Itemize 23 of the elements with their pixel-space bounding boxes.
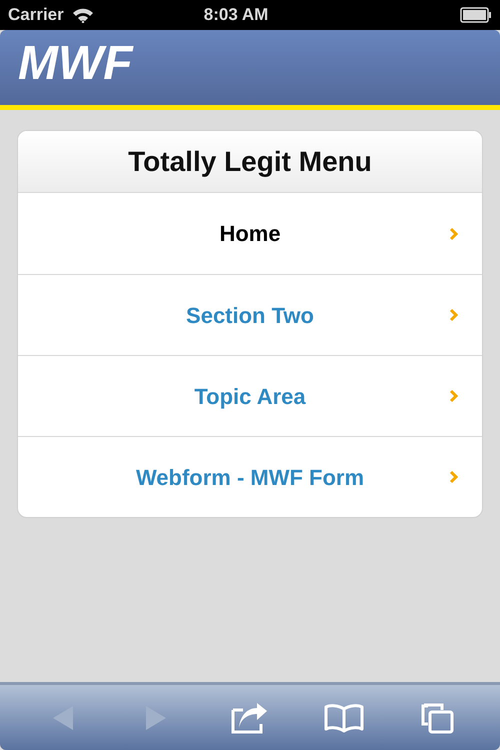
menu-item-label: Topic Area (194, 382, 306, 411)
menu-item-label: Home (219, 220, 281, 248)
battery-icon (460, 7, 492, 23)
chevron-icon (449, 226, 458, 240)
carrier-label: Carrier (8, 4, 64, 26)
menu-item-label: Section Two (186, 302, 314, 330)
pages-icon (420, 702, 454, 734)
menu-title: Totally Legit Menu (128, 144, 372, 179)
menu-item[interactable]: Webform - MWF Form (18, 436, 482, 517)
menu-item[interactable]: Topic Area (18, 355, 482, 436)
wifi-icon (72, 7, 94, 23)
menu-item-label: Webform - MWF Form (136, 464, 364, 492)
chevron-icon (449, 470, 458, 484)
menu-item[interactable]: Section Two (18, 274, 482, 355)
chevron-icon (449, 389, 458, 403)
share-icon (230, 702, 269, 734)
forward-arrow-icon (144, 704, 168, 732)
clock-time: 8:03 AM (204, 4, 268, 26)
logo: MWF (18, 40, 134, 88)
back-arrow-icon (50, 704, 75, 732)
chevron-icon (449, 308, 458, 322)
book-icon (324, 702, 364, 732)
menu-item[interactable]: Home (18, 193, 482, 274)
